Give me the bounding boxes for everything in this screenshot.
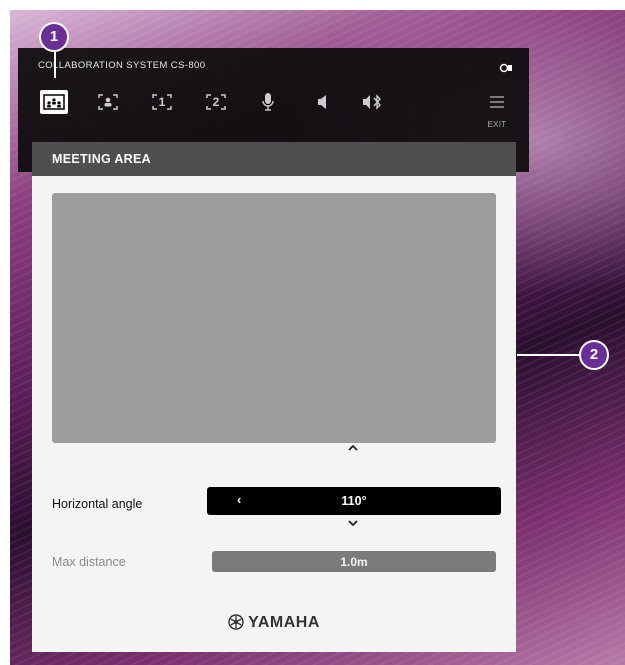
preset-2-label: 2 xyxy=(212,95,220,109)
max-distance-value: 1.0m xyxy=(340,555,368,569)
brand-name: YAMAHA xyxy=(248,614,320,631)
chevron-down-icon xyxy=(348,518,358,530)
callout-2-leader xyxy=(517,354,581,356)
horizontal-angle-control: ‹ 110° xyxy=(207,487,501,515)
callout-1-leader xyxy=(54,52,56,78)
speaker-framing-icon xyxy=(97,93,119,111)
image-margin xyxy=(0,0,10,665)
exit-label: EXIT xyxy=(487,120,507,129)
exit-menu-button[interactable]: EXIT xyxy=(485,94,509,134)
speaker-framing-button[interactable] xyxy=(93,90,123,114)
meeting-area-panel: MEETING AREA Horizontal angle ‹ 110° Max… xyxy=(32,142,516,652)
angle-decrease-down-button[interactable] xyxy=(343,518,363,530)
bluetooth-speaker-icon xyxy=(362,94,386,110)
speaker-icon xyxy=(316,94,330,110)
system-title: COLLABORATION SYSTEM CS-800 xyxy=(38,60,206,71)
hamburger-menu-icon xyxy=(489,96,505,114)
meeting-area-icon xyxy=(43,94,65,110)
panel-title: MEETING AREA xyxy=(52,152,151,166)
callout-1-badge: 1 xyxy=(39,22,69,52)
meeting-area-button[interactable] xyxy=(40,90,68,114)
preset-2-button[interactable]: 2 xyxy=(201,90,231,114)
horizontal-angle-value: 110° xyxy=(341,494,367,508)
microphone-icon xyxy=(261,92,275,112)
brand-logo: YAMAHA xyxy=(32,614,516,635)
max-distance-label: Max distance xyxy=(52,555,126,569)
angle-increase-button[interactable] xyxy=(343,442,363,454)
image-margin-top xyxy=(0,0,625,10)
horizontal-angle-label: Horizontal angle xyxy=(52,497,143,511)
preset-2-icon: 2 xyxy=(205,93,227,111)
preset-1-button[interactable]: 1 xyxy=(147,90,177,114)
yamaha-emblem-icon xyxy=(228,614,244,635)
microphone-button[interactable] xyxy=(253,90,283,114)
max-distance-control[interactable]: 1.0m xyxy=(212,551,496,572)
chevron-up-icon xyxy=(348,442,358,454)
speaker-volume-button[interactable] xyxy=(308,90,338,114)
preset-1-label: 1 xyxy=(158,95,166,109)
callout-2-badge: 2 xyxy=(579,340,609,370)
connection-status-icon xyxy=(499,60,513,73)
panel-header: MEETING AREA xyxy=(32,142,516,176)
bluetooth-audio-button[interactable] xyxy=(359,90,389,114)
camera-preview xyxy=(52,193,496,443)
preset-1-icon: 1 xyxy=(151,93,173,111)
